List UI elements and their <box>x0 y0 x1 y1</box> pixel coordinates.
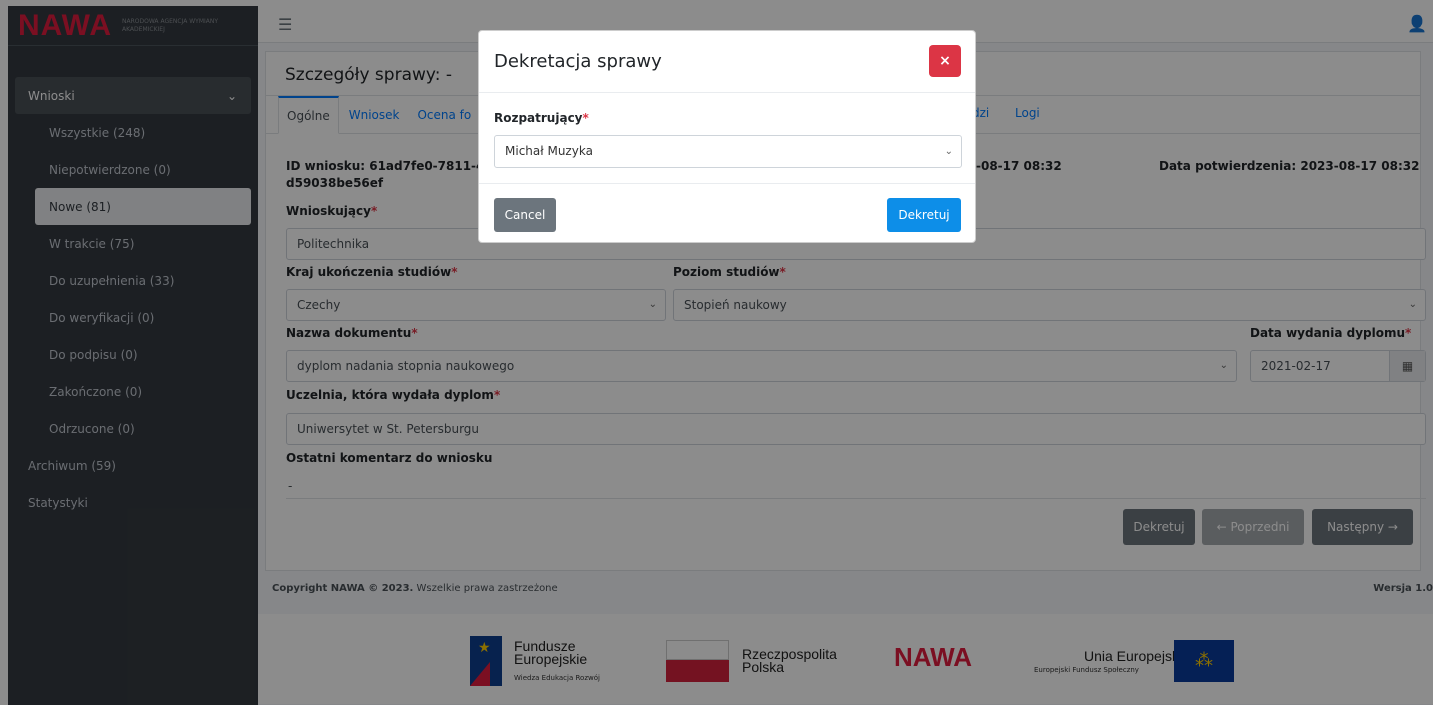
modal-title: Dekretacja sprawy <box>494 51 662 72</box>
dekretacja-modal: Dekretacja sprawy × Rozpatrujący* Michał… <box>478 30 976 243</box>
close-button[interactable]: × <box>929 45 961 77</box>
reviewer-label: Rozpatrujący* <box>494 111 589 125</box>
modal-footer-divider <box>479 183 975 184</box>
cancel-button[interactable]: Cancel <box>494 198 556 232</box>
dekretuj-button[interactable]: Dekretuj <box>887 198 961 232</box>
reviewer-selected-value: Michał Muzyka <box>505 144 593 158</box>
reviewer-select[interactable]: Michał Muzyka ⌄ <box>494 135 962 168</box>
chevron-down-icon: ⌄ <box>944 146 953 157</box>
modal-header-divider <box>479 92 975 93</box>
required-mark: * <box>582 111 589 125</box>
reviewer-label-text: Rozpatrujący <box>494 111 583 125</box>
